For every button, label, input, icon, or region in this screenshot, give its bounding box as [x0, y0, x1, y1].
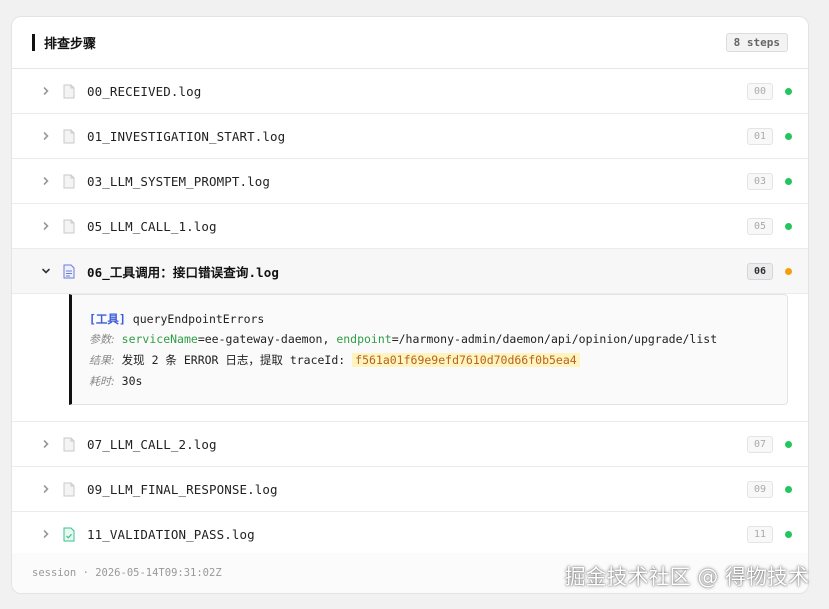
duration-label: 耗时: [89, 375, 115, 388]
step-filename: 05_LLM_CALL_1.log [87, 218, 217, 234]
detail-params-line: 参数: serviceName=ee-gateway-daemon, endpo… [89, 329, 771, 350]
step-number-badge: 11 [747, 525, 773, 543]
step-list-bottom: 07_LLM_CALL_2.log 07 09_LLM_FINAL_RESPONSE… [12, 422, 808, 557]
step-filename: 09_LLM_FINAL_RESPONSE.log [87, 481, 278, 497]
step-number-badge: 06 [747, 262, 773, 280]
chevron-right-icon[interactable] [36, 484, 56, 494]
step-detail-container: [工具] queryEndpointErrors 参数: serviceName… [12, 294, 808, 422]
file-icon [62, 173, 76, 189]
param-value-endpoint: =/harmony-admin/daemon/api/opinion/upgra… [391, 332, 718, 346]
step-filename: 00_RECEIVED.log [87, 83, 202, 99]
watermark: 掘金技术社区 @ 得物技术 [564, 565, 809, 589]
chevron-right-icon[interactable] [36, 86, 56, 96]
status-dot-success [785, 530, 792, 538]
status-dot-success [785, 132, 792, 140]
step-row[interactable]: 11_VALIDATION_PASS.log 11 [12, 512, 808, 557]
file-text-icon [62, 263, 76, 279]
step-list-top: 00_RECEIVED.log 00 01_INVESTIGATION_START.… [12, 69, 808, 249]
step-row[interactable]: 09_LLM_FINAL_RESPONSE.log 09 [12, 467, 808, 512]
step-row[interactable]: 00_RECEIVED.log 00 [12, 69, 808, 114]
file-icon [62, 128, 76, 144]
file-icon [62, 83, 76, 99]
status-dot-success [785, 87, 792, 95]
param-value-service: =ee-gateway-daemon, [197, 332, 337, 346]
chevron-right-icon[interactable] [36, 176, 56, 186]
step-number-badge: 07 [747, 435, 773, 453]
params-label: 参数: [89, 333, 115, 346]
status-dot-success [785, 440, 792, 448]
chevron-right-icon[interactable] [36, 131, 56, 141]
file-check-icon [62, 526, 76, 542]
step-number-badge: 00 [747, 82, 773, 100]
detail-duration-line: 耗时: 30s [89, 371, 771, 392]
steps-count-badge: 8 steps [725, 33, 788, 52]
file-icon [62, 218, 76, 234]
step-filename: 07_LLM_CALL_2.log [87, 436, 217, 452]
tool-tag: [工具] [89, 312, 126, 326]
title-accent-bar [32, 34, 35, 51]
param-key-service: serviceName [121, 332, 198, 346]
steps-panel: 排查步骤 8 steps 00_RECEIVED.log 00 01_INVESTI… [11, 16, 809, 594]
status-dot-success [785, 222, 792, 230]
status-dot-success [785, 177, 792, 185]
step-row[interactable]: 07_LLM_CALL_2.log 07 [12, 422, 808, 467]
step-row[interactable]: 03_LLM_SYSTEM_PROMPT.log 03 [12, 159, 808, 204]
trace-id[interactable]: f561a01f69e9efd7610d70d66f0b5ea4 [352, 353, 580, 367]
session-info: session · 2026-05-14T09:31:02Z [32, 567, 222, 579]
result-label: 结果: [89, 354, 115, 367]
param-key-endpoint: endpoint [336, 332, 392, 346]
step-row[interactable]: 01_INVESTIGATION_START.log 01 [12, 114, 808, 159]
duration-value: 30s [121, 374, 143, 388]
status-dot-success [785, 485, 792, 493]
tool-name: queryEndpointErrors [132, 312, 265, 326]
step-number-badge: 03 [747, 172, 773, 190]
chevron-right-icon[interactable] [36, 439, 56, 449]
step-detail: [工具] queryEndpointErrors 参数: serviceName… [69, 294, 788, 405]
step-number-badge: 01 [747, 127, 773, 145]
step-filename: 06_工具调用：接口错误查询.log [87, 264, 279, 280]
chevron-right-icon[interactable] [36, 221, 56, 231]
detail-result-line: 结果: 发现 2 条 ERROR 日志，提取 traceId: f561a01f… [89, 350, 771, 371]
step-filename: 11_VALIDATION_PASS.log [87, 526, 255, 542]
chevron-right-icon[interactable] [36, 529, 56, 539]
detail-tool-line: [工具] queryEndpointErrors [89, 309, 771, 329]
step-filename: 03_LLM_SYSTEM_PROMPT.log [87, 173, 271, 189]
file-icon [62, 436, 76, 452]
status-dot-running [785, 267, 792, 275]
file-icon [62, 481, 76, 497]
panel-title: 排查步骤 [44, 37, 97, 52]
result-text: 发现 2 条 ERROR 日志，提取 traceId: [121, 353, 353, 367]
step-filename: 01_INVESTIGATION_START.log [87, 128, 286, 144]
step-row-active[interactable]: 06_工具调用：接口错误查询.log 06 [12, 249, 808, 294]
step-number-badge: 05 [747, 217, 773, 235]
step-row[interactable]: 05_LLM_CALL_1.log 05 [12, 204, 808, 249]
chevron-down-icon[interactable] [36, 266, 56, 276]
panel-header: 排查步骤 8 steps [12, 17, 808, 69]
step-number-badge: 09 [747, 480, 773, 498]
